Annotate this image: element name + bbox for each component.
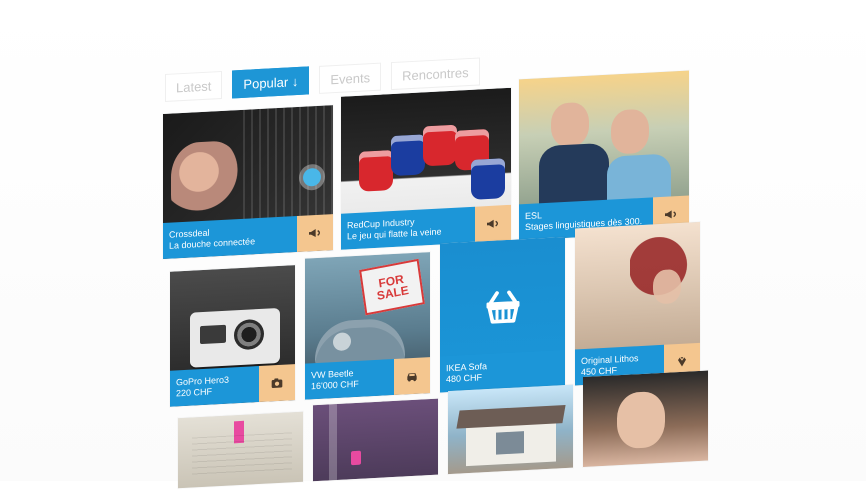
- megaphone-icon: [665, 210, 677, 219]
- cup: [423, 124, 457, 167]
- cup: [359, 150, 393, 192]
- camera-badge[interactable]: [259, 364, 295, 403]
- megaphone-icon: [487, 219, 499, 228]
- tile-original-lithos[interactable]: Original Lithos 450 CHF: [575, 221, 700, 386]
- camera-icon: [271, 378, 283, 388]
- megaphone-badge[interactable]: [297, 214, 333, 253]
- person-face: [617, 390, 665, 450]
- tile-image: [448, 384, 573, 475]
- tile-caption: VW Beetle 16'000 CHF: [305, 358, 394, 400]
- tile-row3-4[interactable]: [583, 370, 708, 468]
- marketplace-panel: Latest Popular ↓ Events Rencontres Cross…: [145, 7, 865, 489]
- car-badge[interactable]: [394, 357, 430, 395]
- diamond-icon: [678, 356, 686, 367]
- tab-rencontres[interactable]: Rencontres: [391, 57, 480, 91]
- tile-image: [583, 370, 708, 468]
- car-icon: [407, 373, 417, 382]
- tab-latest[interactable]: Latest: [165, 70, 223, 102]
- person-face: [653, 268, 681, 305]
- tab-popular[interactable]: Popular ↓: [232, 66, 310, 99]
- tile-esl[interactable]: ESL Stages linguistiques dès 300.: [519, 70, 689, 241]
- megaphone-icon: [309, 229, 321, 238]
- house-window: [496, 431, 524, 455]
- tile-row3-3[interactable]: [448, 384, 573, 475]
- cup: [471, 158, 505, 200]
- camera-lens: [234, 318, 264, 351]
- tile-beetle[interactable]: FOR SALE VW Beetle 16'000 CHF: [305, 252, 430, 400]
- megaphone-badge[interactable]: [475, 204, 511, 243]
- camera-screen: [200, 324, 226, 345]
- for-sale-sign: FOR SALE: [359, 258, 425, 316]
- person-shirt: [539, 142, 609, 207]
- page: Latest Popular ↓ Events Rencontres Cross…: [0, 0, 866, 489]
- tab-events[interactable]: Events: [319, 62, 382, 94]
- tile-caption: Crossdeal La douche connectée: [163, 216, 297, 260]
- person-face: [551, 101, 589, 148]
- cup: [391, 134, 425, 177]
- tile-gopro[interactable]: GoPro Hero3 220 CHF: [170, 265, 295, 407]
- door-handle: [351, 450, 361, 466]
- person-face: [611, 108, 649, 155]
- book-lines: [192, 432, 292, 478]
- camera: [190, 307, 280, 368]
- tile-row3-2[interactable]: [313, 398, 438, 482]
- tile-image: [178, 411, 303, 489]
- tile-crossdeal[interactable]: Crossdeal La douche connectée: [163, 105, 333, 260]
- door-frame: [329, 403, 337, 481]
- tile-row3-1[interactable]: [178, 411, 303, 489]
- tile-redcup[interactable]: RedCup Industry Le jeu qui flatte la vei…: [341, 87, 511, 250]
- tile-image: [313, 398, 438, 482]
- basket-icon: [486, 290, 519, 324]
- tile-caption: GoPro Hero3 220 CHF: [170, 366, 259, 407]
- tile-ikea-sofa[interactable]: IKEA Sofa 480 CHF: [440, 236, 565, 393]
